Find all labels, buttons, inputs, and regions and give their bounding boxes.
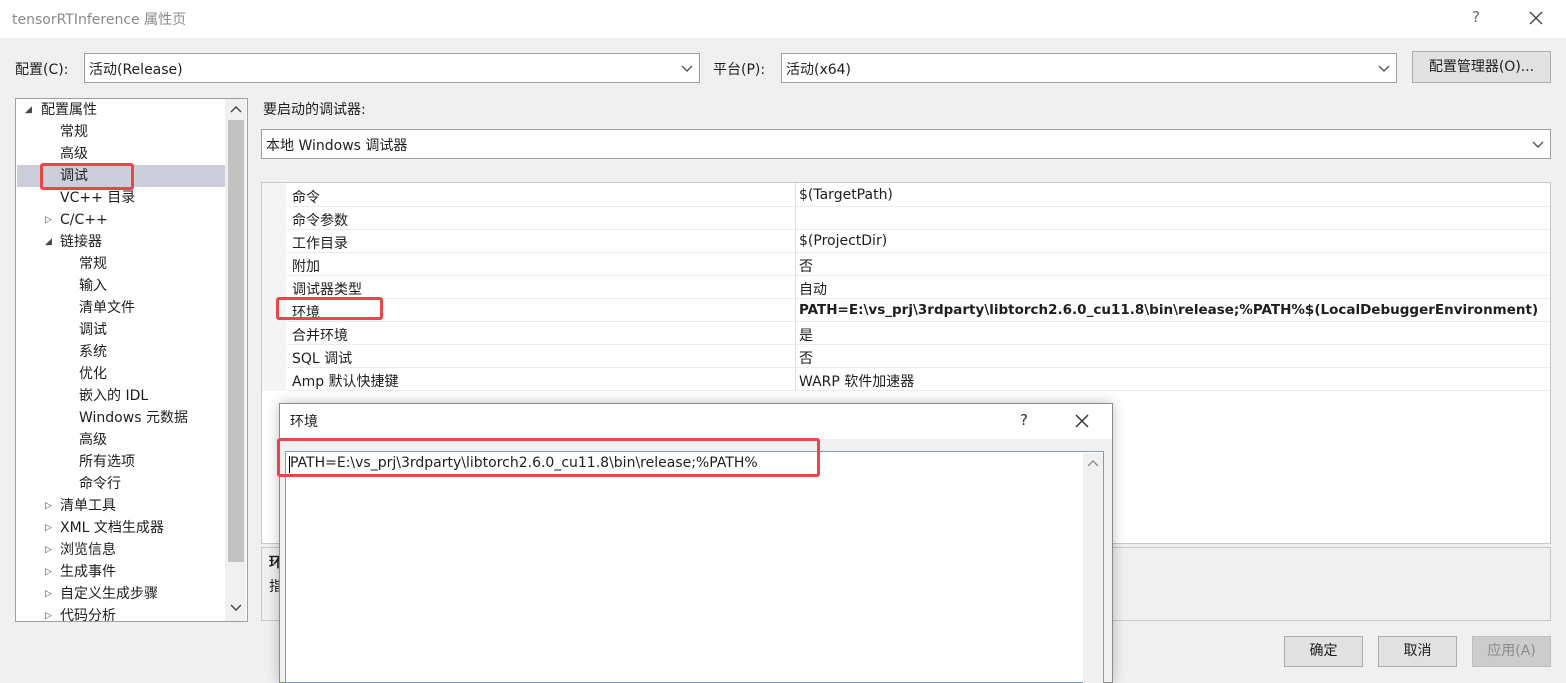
property-value[interactable]: $(ProjectDir) [799,233,887,249]
tree-item-xml-doc[interactable]: XML 文档生成器 [60,517,164,539]
highlight-box [40,163,134,190]
tree-item-manifest-tool[interactable]: 清单工具 [60,495,116,517]
config-manager-button[interactable]: 配置管理器(O)... [1412,51,1551,83]
collapsed-icon[interactable]: ▷ [45,523,52,533]
property-value[interactable]: 否 [799,348,813,368]
tree-item-linker-input[interactable]: 输入 [79,275,107,297]
tree-item-linker-debugging[interactable]: 调试 [79,319,107,341]
tree-item-vc-directories[interactable]: VC++ 目录 [60,187,135,209]
tree-item-advanced[interactable]: 高级 [60,143,88,165]
property-name: SQL 调试 [292,351,353,367]
property-row-sql-debugging[interactable]: SQL 调试 否 [287,345,1550,368]
debugger-combo[interactable]: 本地 Windows 调试器 [261,129,1551,159]
property-name: 调试器类型 [292,282,362,298]
collapsed-icon[interactable]: ▷ [45,215,52,225]
chevron-down-icon [1532,141,1544,148]
highlight-box [277,438,820,477]
tree-item-code-analysis[interactable]: 代码分析 [60,605,116,621]
title-bar [0,0,1566,38]
collapsed-icon[interactable]: ▷ [45,567,52,577]
collapsed-icon[interactable]: ▷ [45,501,52,511]
property-value[interactable]: PATH=E:\vs_prj\3rdparty\libtorch2.6.0_cu… [799,302,1538,318]
environment-textarea[interactable]: PATH=E:\vs_prj\3rdparty\libtorch2.6.0_cu… [285,451,1104,683]
property-row-command[interactable]: 命令 $(TargetPath) [287,184,1550,207]
chevron-down-icon [681,65,693,72]
close-icon[interactable] [1074,413,1090,429]
chevron-up-icon[interactable] [1087,459,1099,467]
tree-item-cpp[interactable]: C/C++ [60,209,108,231]
property-row-working-dir[interactable]: 工作目录 $(ProjectDir) [287,230,1550,253]
tree-item-linker-optimization[interactable]: 优化 [79,363,107,385]
grid-gutter [262,183,286,391]
property-name: 合并环境 [292,328,348,344]
property-name: 命令参数 [292,213,348,229]
property-row-merge-env[interactable]: 合并环境 是 [287,322,1550,345]
tree-item-linker-idl[interactable]: 嵌入的 IDL [79,385,148,407]
dialog-help-button[interactable]: ? [1020,411,1028,429]
property-row-command-args[interactable]: 命令参数 [287,207,1550,230]
platform-combo[interactable]: 活动(x64) [781,53,1397,83]
chevron-up-icon[interactable] [229,104,243,114]
expanded-icon[interactable]: ◢ [45,237,52,247]
property-value[interactable]: 自动 [799,279,827,299]
ok-button[interactable]: 确定 [1284,636,1363,667]
property-row-debugger-type[interactable]: 调试器类型 自动 [287,276,1550,299]
tree-scrollbar-thumb[interactable] [228,120,244,562]
tree-item-build-events[interactable]: 生成事件 [60,561,116,583]
property-row-environment[interactable]: 环境 PATH=E:\vs_prj\3rdparty\libtorch2.6.0… [287,299,1550,322]
property-name: 命令 [292,190,320,206]
tree-item-linker-all-options[interactable]: 所有选项 [79,451,135,473]
dialog-scrollbar[interactable] [1083,453,1103,683]
property-name: Amp 默认快捷键 [292,374,399,390]
dialog-title-bar [280,404,1112,439]
tree-item-linker-advanced[interactable]: 高级 [79,429,107,451]
tree-item-linker-winmd[interactable]: Windows 元数据 [79,407,188,429]
help-button[interactable]: ? [1472,8,1480,26]
collapsed-icon[interactable]: ▷ [45,545,52,555]
tree-item-linker-command-line[interactable]: 命令行 [79,473,121,495]
property-value[interactable]: $(TargetPath) [799,187,893,203]
config-combo[interactable]: 活动(Release) [84,53,700,83]
debugger-label: 要启动的调试器: [263,102,366,118]
chevron-down-icon[interactable] [229,603,243,613]
collapsed-icon[interactable]: ▷ [45,611,52,621]
property-tree[interactable]: ◢ 配置属性 常规 高级 调试 VC++ 目录 ▷ C/C++ ◢ 链接器 常规… [15,98,248,622]
property-name: 附加 [292,259,320,275]
tree-item-browse-info[interactable]: 浏览信息 [60,539,116,561]
tree-item-custom-build[interactable]: 自定义生成步骤 [60,583,158,605]
tree-item-general[interactable]: 常规 [60,121,88,143]
config-value: 活动(Release) [89,62,183,78]
property-value[interactable]: WARP 软件加速器 [799,371,914,391]
property-row-amp-accelerator[interactable]: Amp 默认快捷键 WARP 软件加速器 [287,368,1550,391]
chevron-down-icon [1378,65,1390,72]
tree-item-linker-system[interactable]: 系统 [79,341,107,363]
apply-button[interactable]: 应用(A) [1472,636,1551,667]
debugger-value: 本地 Windows 调试器 [266,138,408,154]
expanded-icon[interactable]: ◢ [25,105,32,115]
tree-root-config-properties[interactable]: 配置属性 [41,99,97,121]
tree-item-linker-manifest[interactable]: 清单文件 [79,297,135,319]
platform-value: 活动(x64) [786,62,852,78]
collapsed-icon[interactable]: ▷ [45,589,52,599]
dialog-title: 环境 [290,414,318,430]
highlight-box [276,297,383,320]
cancel-button[interactable]: 取消 [1378,636,1457,667]
window-title: tensorRTInference 属性页 [12,12,187,28]
property-value[interactable]: 否 [799,256,813,276]
platform-label: 平台(P): [713,62,766,78]
config-label: 配置(C): [15,62,69,78]
property-value[interactable]: 是 [799,325,813,345]
property-name: 工作目录 [292,236,348,252]
tree-item-linker-general[interactable]: 常规 [79,253,107,275]
close-icon[interactable] [1525,7,1547,29]
property-row-attach[interactable]: 附加 否 [287,253,1550,276]
tree-item-linker[interactable]: 链接器 [60,231,102,253]
